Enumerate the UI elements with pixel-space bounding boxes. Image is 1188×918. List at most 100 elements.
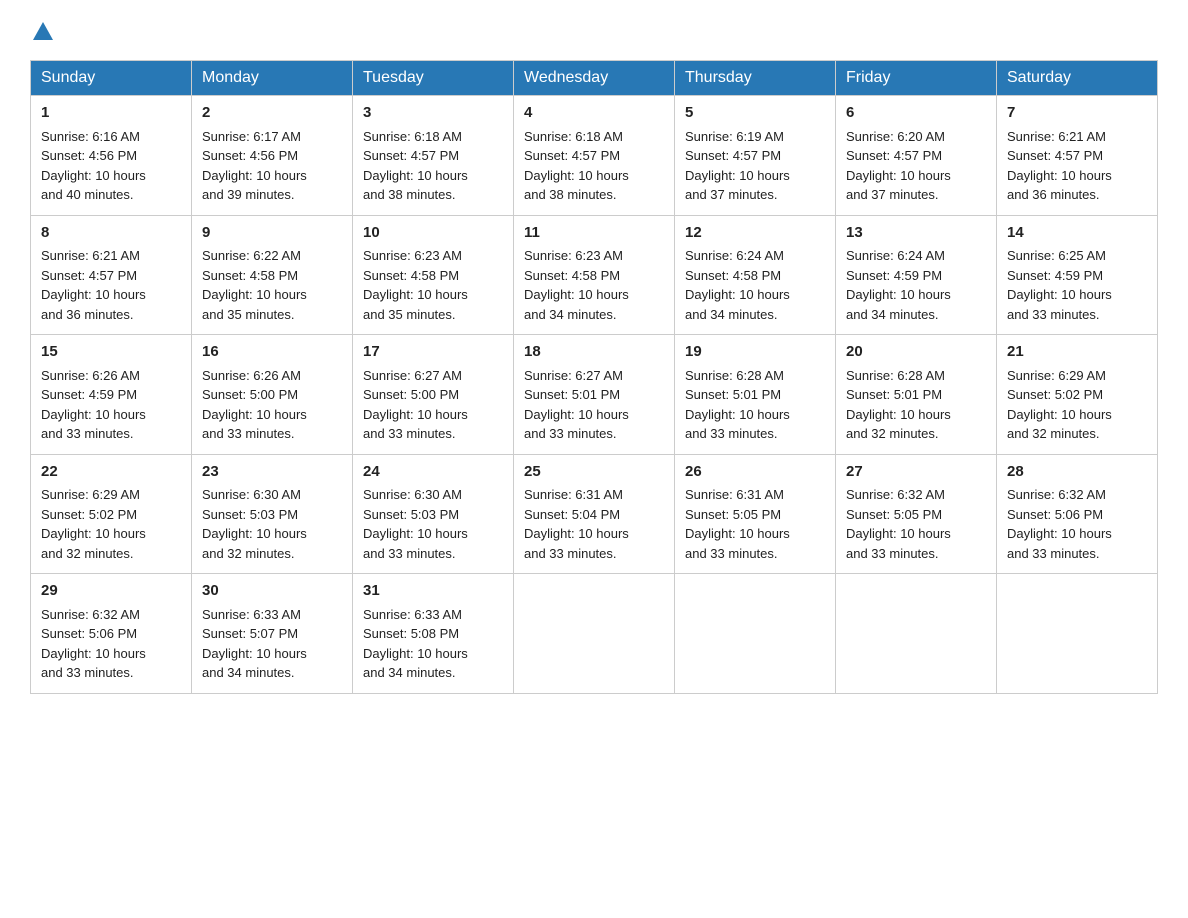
calendar-cell: 4 Sunrise: 6:18 AMSunset: 4:57 PMDayligh… [514,96,675,216]
day-info: Sunrise: 6:24 AMSunset: 4:59 PMDaylight:… [846,248,951,322]
day-number: 16 [202,341,342,364]
week-row-2: 8 Sunrise: 6:21 AMSunset: 4:57 PMDayligh… [31,215,1158,335]
day-number: 14 [1007,222,1147,245]
day-info: Sunrise: 6:33 AMSunset: 5:08 PMDaylight:… [363,607,468,681]
calendar-cell [675,574,836,694]
day-number: 26 [685,461,825,484]
day-info: Sunrise: 6:19 AMSunset: 4:57 PMDaylight:… [685,129,790,203]
day-info: Sunrise: 6:29 AMSunset: 5:02 PMDaylight:… [1007,368,1112,442]
day-info: Sunrise: 6:32 AMSunset: 5:06 PMDaylight:… [1007,487,1112,561]
day-info: Sunrise: 6:17 AMSunset: 4:56 PMDaylight:… [202,129,307,203]
day-info: Sunrise: 6:16 AMSunset: 4:56 PMDaylight:… [41,129,146,203]
day-number: 2 [202,102,342,125]
calendar-cell: 3 Sunrise: 6:18 AMSunset: 4:57 PMDayligh… [353,96,514,216]
logo-row1 [30,20,53,42]
logo-triangle-icon [33,22,53,42]
calendar-cell: 20 Sunrise: 6:28 AMSunset: 5:01 PMDaylig… [836,335,997,455]
calendar-cell: 6 Sunrise: 6:20 AMSunset: 4:57 PMDayligh… [836,96,997,216]
day-number: 11 [524,222,664,245]
calendar-cell: 25 Sunrise: 6:31 AMSunset: 5:04 PMDaylig… [514,454,675,574]
day-number: 15 [41,341,181,364]
calendar-cell: 29 Sunrise: 6:32 AMSunset: 5:06 PMDaylig… [31,574,192,694]
calendar-cell: 5 Sunrise: 6:19 AMSunset: 4:57 PMDayligh… [675,96,836,216]
calendar-cell: 13 Sunrise: 6:24 AMSunset: 4:59 PMDaylig… [836,215,997,335]
page-header [30,20,1158,42]
day-number: 17 [363,341,503,364]
day-info: Sunrise: 6:24 AMSunset: 4:58 PMDaylight:… [685,248,790,322]
day-number: 1 [41,102,181,125]
header-cell-wednesday: Wednesday [514,61,675,96]
week-row-4: 22 Sunrise: 6:29 AMSunset: 5:02 PMDaylig… [31,454,1158,574]
day-number: 8 [41,222,181,245]
day-number: 10 [363,222,503,245]
week-row-1: 1 Sunrise: 6:16 AMSunset: 4:56 PMDayligh… [31,96,1158,216]
calendar-cell: 15 Sunrise: 6:26 AMSunset: 4:59 PMDaylig… [31,335,192,455]
day-number: 12 [685,222,825,245]
calendar-cell: 31 Sunrise: 6:33 AMSunset: 5:08 PMDaylig… [353,574,514,694]
calendar-cell [997,574,1158,694]
calendar-cell: 1 Sunrise: 6:16 AMSunset: 4:56 PMDayligh… [31,96,192,216]
day-info: Sunrise: 6:32 AMSunset: 5:05 PMDaylight:… [846,487,951,561]
day-number: 27 [846,461,986,484]
calendar-cell: 23 Sunrise: 6:30 AMSunset: 5:03 PMDaylig… [192,454,353,574]
calendar-cell: 10 Sunrise: 6:23 AMSunset: 4:58 PMDaylig… [353,215,514,335]
day-info: Sunrise: 6:31 AMSunset: 5:05 PMDaylight:… [685,487,790,561]
day-info: Sunrise: 6:27 AMSunset: 5:01 PMDaylight:… [524,368,629,442]
calendar-cell: 14 Sunrise: 6:25 AMSunset: 4:59 PMDaylig… [997,215,1158,335]
calendar-cell: 30 Sunrise: 6:33 AMSunset: 5:07 PMDaylig… [192,574,353,694]
day-number: 5 [685,102,825,125]
day-number: 22 [41,461,181,484]
calendar-cell: 18 Sunrise: 6:27 AMSunset: 5:01 PMDaylig… [514,335,675,455]
calendar-cell: 2 Sunrise: 6:17 AMSunset: 4:56 PMDayligh… [192,96,353,216]
day-number: 19 [685,341,825,364]
day-info: Sunrise: 6:21 AMSunset: 4:57 PMDaylight:… [1007,129,1112,203]
calendar-cell: 16 Sunrise: 6:26 AMSunset: 5:00 PMDaylig… [192,335,353,455]
logo-wrapper [30,20,53,42]
day-info: Sunrise: 6:29 AMSunset: 5:02 PMDaylight:… [41,487,146,561]
calendar-cell: 28 Sunrise: 6:32 AMSunset: 5:06 PMDaylig… [997,454,1158,574]
day-info: Sunrise: 6:28 AMSunset: 5:01 PMDaylight:… [685,368,790,442]
calendar-cell: 26 Sunrise: 6:31 AMSunset: 5:05 PMDaylig… [675,454,836,574]
calendar-cell: 11 Sunrise: 6:23 AMSunset: 4:58 PMDaylig… [514,215,675,335]
header-cell-sunday: Sunday [31,61,192,96]
day-number: 13 [846,222,986,245]
day-number: 6 [846,102,986,125]
day-number: 25 [524,461,664,484]
calendar-cell: 9 Sunrise: 6:22 AMSunset: 4:58 PMDayligh… [192,215,353,335]
day-info: Sunrise: 6:28 AMSunset: 5:01 PMDaylight:… [846,368,951,442]
day-number: 29 [41,580,181,603]
day-number: 21 [1007,341,1147,364]
calendar-cell [836,574,997,694]
day-info: Sunrise: 6:23 AMSunset: 4:58 PMDaylight:… [524,248,629,322]
day-number: 4 [524,102,664,125]
week-row-5: 29 Sunrise: 6:32 AMSunset: 5:06 PMDaylig… [31,574,1158,694]
calendar-cell [514,574,675,694]
day-info: Sunrise: 6:31 AMSunset: 5:04 PMDaylight:… [524,487,629,561]
calendar-cell: 17 Sunrise: 6:27 AMSunset: 5:00 PMDaylig… [353,335,514,455]
day-info: Sunrise: 6:22 AMSunset: 4:58 PMDaylight:… [202,248,307,322]
calendar-body: 1 Sunrise: 6:16 AMSunset: 4:56 PMDayligh… [31,96,1158,694]
calendar-header: SundayMondayTuesdayWednesdayThursdayFrid… [31,61,1158,96]
header-cell-tuesday: Tuesday [353,61,514,96]
calendar-cell: 7 Sunrise: 6:21 AMSunset: 4:57 PMDayligh… [997,96,1158,216]
header-cell-friday: Friday [836,61,997,96]
calendar-cell: 19 Sunrise: 6:28 AMSunset: 5:01 PMDaylig… [675,335,836,455]
day-info: Sunrise: 6:32 AMSunset: 5:06 PMDaylight:… [41,607,146,681]
header-row: SundayMondayTuesdayWednesdayThursdayFrid… [31,61,1158,96]
header-cell-monday: Monday [192,61,353,96]
day-info: Sunrise: 6:33 AMSunset: 5:07 PMDaylight:… [202,607,307,681]
day-info: Sunrise: 6:30 AMSunset: 5:03 PMDaylight:… [363,487,468,561]
day-number: 18 [524,341,664,364]
header-cell-saturday: Saturday [997,61,1158,96]
day-info: Sunrise: 6:18 AMSunset: 4:57 PMDaylight:… [363,129,468,203]
calendar-table: SundayMondayTuesdayWednesdayThursdayFrid… [30,60,1158,694]
day-info: Sunrise: 6:26 AMSunset: 4:59 PMDaylight:… [41,368,146,442]
header-cell-thursday: Thursday [675,61,836,96]
day-number: 9 [202,222,342,245]
calendar-cell: 24 Sunrise: 6:30 AMSunset: 5:03 PMDaylig… [353,454,514,574]
day-number: 28 [1007,461,1147,484]
day-info: Sunrise: 6:21 AMSunset: 4:57 PMDaylight:… [41,248,146,322]
day-number: 7 [1007,102,1147,125]
calendar-cell: 8 Sunrise: 6:21 AMSunset: 4:57 PMDayligh… [31,215,192,335]
day-number: 31 [363,580,503,603]
